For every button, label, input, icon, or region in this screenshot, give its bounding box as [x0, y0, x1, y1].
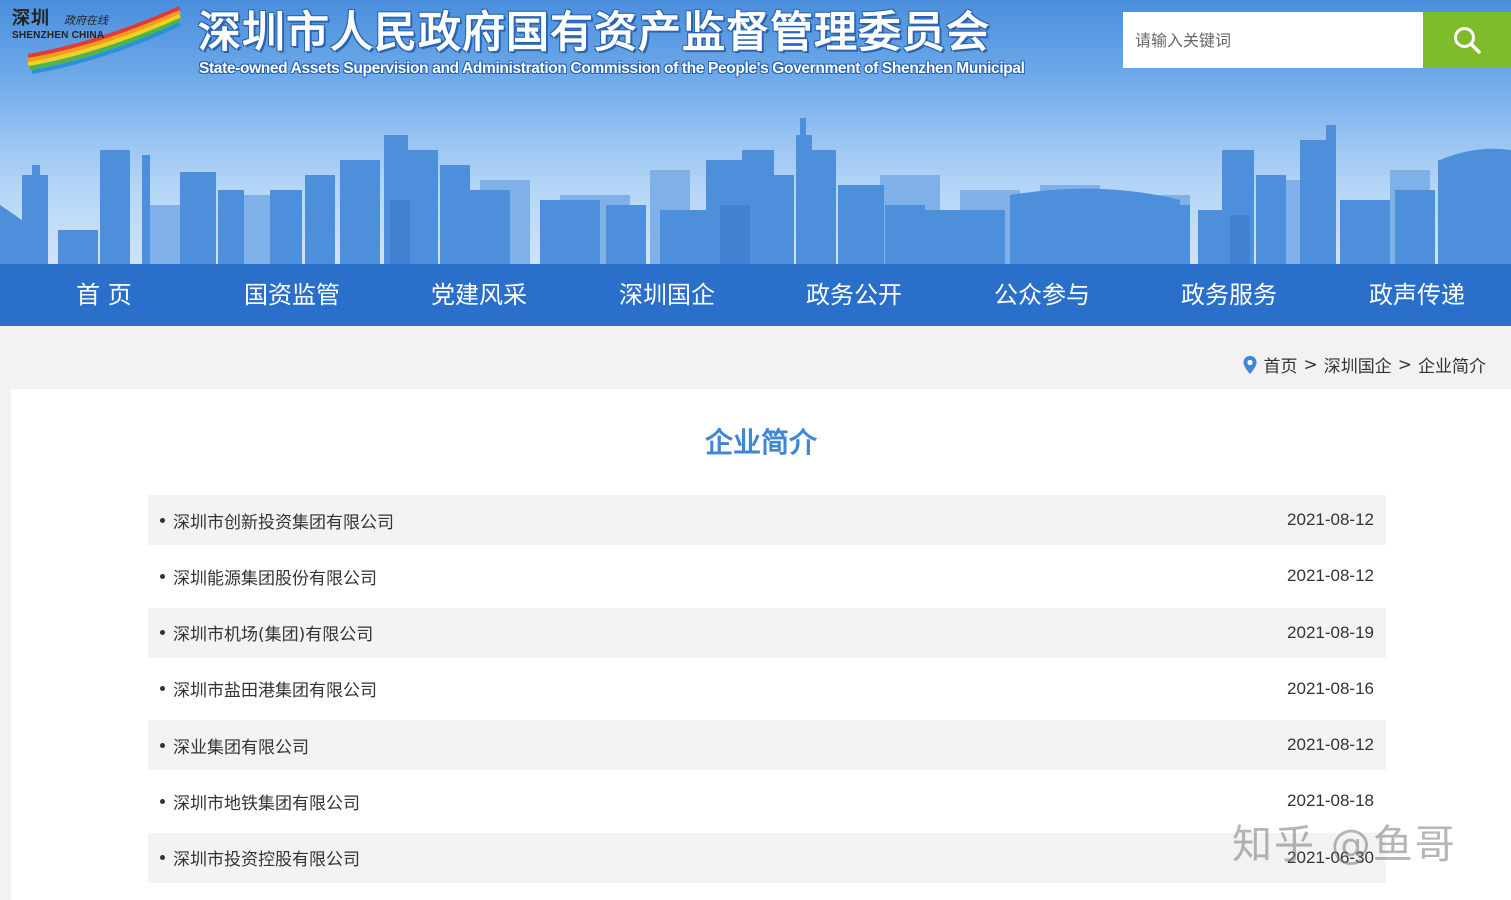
main-nav: 首 页 国资监管 党建风采 深圳国企 政务公开 公众参与 政务服务 政声传递: [0, 264, 1511, 326]
bullet-icon: [160, 630, 165, 636]
list-item[interactable]: 深圳能源集团股份有限公司 2021-08-12: [148, 551, 1386, 601]
bullet-icon: [160, 742, 165, 748]
breadcrumb-current[interactable]: 企业简介: [1418, 352, 1486, 377]
list-item-title[interactable]: 深圳市创新投资集团有限公司: [173, 508, 394, 533]
list-item-title[interactable]: 深圳市地铁集团有限公司: [173, 789, 360, 814]
list-item-title[interactable]: 深业集团有限公司: [173, 733, 309, 758]
list-item-date: 2021-08-18: [1287, 791, 1374, 811]
bullet-icon: [160, 798, 165, 804]
bullet-icon: [160, 686, 165, 692]
list-item-title[interactable]: 深圳市盐田港集团有限公司: [173, 676, 377, 701]
list-item-date: 2021-08-19: [1287, 622, 1374, 642]
logo-text-cn: 深圳: [12, 8, 50, 29]
list-item-date: 2021-08-12: [1287, 566, 1374, 586]
logo-text-en: SHENZHEN CHINA: [12, 30, 105, 41]
nav-item-public[interactable]: 公众参与: [948, 264, 1136, 326]
bullet-icon: [160, 573, 165, 579]
breadcrumb: 首页 > 深圳国企 > 企业简介: [1242, 352, 1486, 377]
site-logo[interactable]: 深圳 政府在线 SHENZHEN CHINA: [8, 4, 186, 76]
nav-item-home[interactable]: 首 页: [10, 264, 198, 326]
zhihu-watermark: 知乎 @鱼哥: [1232, 822, 1457, 868]
list-item[interactable]: 深圳市创新投资集团有限公司 2021-08-12: [148, 495, 1386, 545]
logo-text-cn-small: 政府在线: [64, 14, 108, 27]
list-item-date: 2021-08-12: [1287, 735, 1374, 755]
list-item[interactable]: 深圳市机场(集团)有限公司 2021-08-19: [148, 607, 1386, 658]
company-list: 深圳市创新投资集团有限公司 2021-08-12 深圳能源集团股份有限公司 20…: [148, 495, 1386, 889]
list-item[interactable]: 深业集团有限公司 2021-08-12: [148, 720, 1386, 771]
search-button[interactable]: [1423, 12, 1511, 68]
list-item[interactable]: 深圳市盐田港集团有限公司 2021-08-16: [148, 664, 1386, 714]
bullet-icon: [160, 517, 165, 523]
nav-item-party[interactable]: 党建风采: [385, 264, 573, 326]
list-item-title[interactable]: 深圳能源集团股份有限公司: [173, 564, 377, 589]
site-title: 深圳市人民政府国有资产监督管理委员会: [198, 8, 990, 58]
list-item-date: 2021-08-12: [1287, 510, 1374, 529]
nav-item-voice[interactable]: 政声传递: [1323, 264, 1511, 326]
nav-item-soe[interactable]: 深圳国企: [573, 264, 761, 326]
nav-item-disclosure[interactable]: 政务公开: [760, 264, 948, 326]
list-item-title[interactable]: 深圳市机场(集团)有限公司: [173, 620, 373, 645]
site-subtitle: State-owned Assets Supervision and Admin…: [199, 60, 1025, 77]
location-pin-icon: [1243, 355, 1256, 374]
list-item-title[interactable]: 深圳市投资控股有限公司: [173, 845, 360, 870]
bullet-icon: [160, 855, 165, 861]
breadcrumb-separator: >: [1397, 354, 1412, 375]
breadcrumb-separator: >: [1303, 354, 1318, 375]
search-input[interactable]: [1123, 12, 1423, 68]
list-item[interactable]: 深圳市地铁集团有限公司 2021-08-18: [148, 776, 1386, 826]
header-banner: 深圳 政府在线 SHENZHEN CHINA 深圳市人民政府国有资产监督管理委员…: [0, 0, 1511, 264]
list-item[interactable]: 深圳市投资控股有限公司 2021-06-30: [148, 832, 1386, 883]
breadcrumb-home[interactable]: 首页: [1264, 352, 1298, 377]
nav-item-supervision[interactable]: 国资监管: [198, 264, 386, 326]
nav-item-services[interactable]: 政务服务: [1135, 264, 1323, 326]
search-icon: [1454, 27, 1481, 54]
breadcrumb-section[interactable]: 深圳国企: [1324, 352, 1392, 377]
list-item-date: 2021-08-16: [1287, 678, 1374, 698]
page-title: 企业简介: [704, 426, 817, 459]
